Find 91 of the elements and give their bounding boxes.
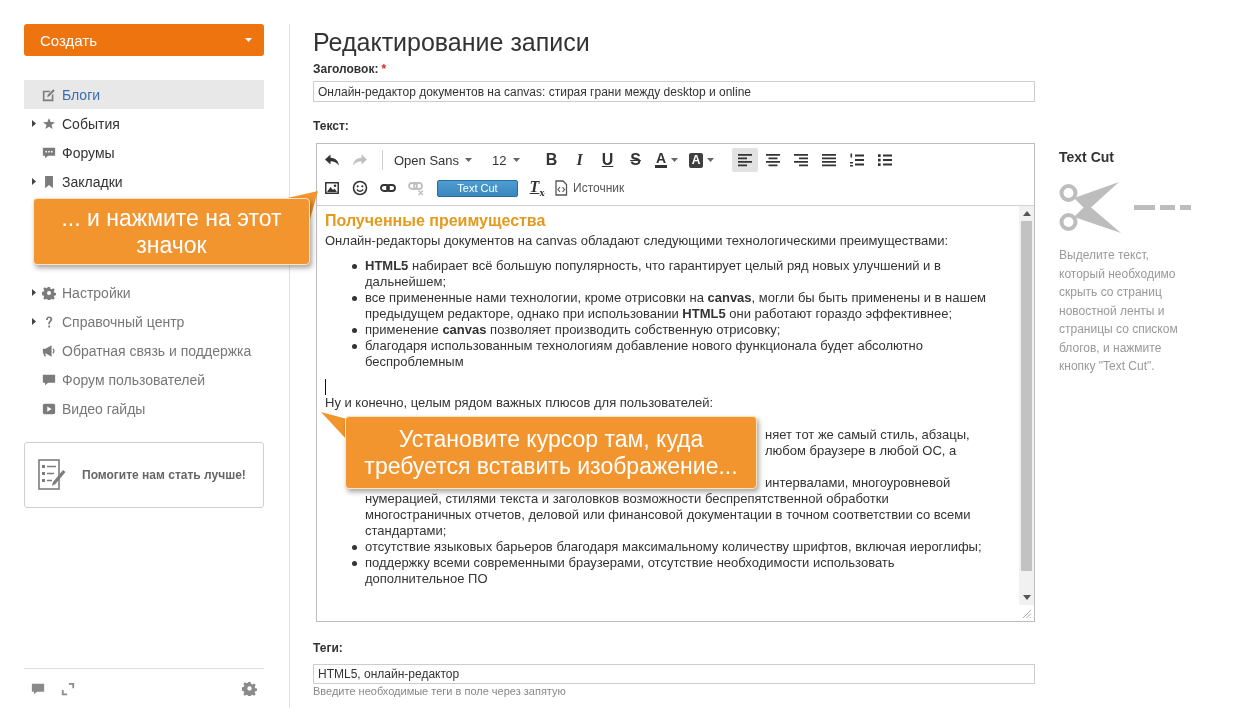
list-item: поддержку всеми современными браузерами, отсутствие необходимости использовать дополнительное ПО [365, 555, 896, 587]
content-heading: Полученные преимущества [325, 211, 547, 231]
list-item: благодаря использованным технологиям добавление нового функционала будет абсолютно беспроблемным [365, 338, 924, 370]
undo-icon [324, 152, 340, 168]
sidebar-item[interactable]: Настройки [24, 278, 264, 307]
chat-icon [42, 372, 56, 387]
caret-right-icon [32, 178, 36, 185]
list-item: нумерацией, стилями текста и заголовков возможности беспрепятственной обработки многостраничных отчетов, деловой или финансовой документации в точном соответствии со всеми стандартами; [364, 491, 972, 539]
text-cursor [325, 379, 326, 395]
chat-icon [42, 145, 56, 160]
help-text: Введите необходимые теги в поле через запятую [313, 684, 567, 698]
sidebar-item[interactable]: События [24, 109, 264, 138]
callout: Установите курсор там, куда требуется вставить изображение... [321, 412, 757, 489]
sidebar-item[interactable]: Форумы [24, 138, 264, 167]
page-title: Редактирование записи [313, 27, 591, 58]
highlight-color-button[interactable]: A [685, 148, 718, 172]
justify-icon [820, 152, 837, 168]
font-size-dropdown[interactable]: 12 [488, 148, 524, 172]
bookmark-icon [42, 174, 56, 189]
align-left-button[interactable] [731, 148, 758, 172]
caret-down-icon [671, 158, 679, 162]
text-fragment: интервалами, многоуровневой [765, 475, 951, 491]
chat-icon[interactable] [31, 681, 45, 696]
align-right-icon [792, 152, 809, 168]
align-center-icon [764, 152, 781, 168]
settings-icon [42, 285, 56, 300]
strikethrough-button[interactable]: S [623, 148, 648, 172]
play-icon [42, 401, 56, 416]
list-icon [848, 152, 865, 168]
required-mark: * [381, 61, 387, 77]
source-button[interactable]: Источник [553, 176, 625, 200]
caret-up-icon [1022, 211, 1031, 216]
text-fragment: любом браузере в любой ОС, а [765, 443, 957, 459]
sidebar-item[interactable]: Блоги [24, 80, 264, 109]
callout: ... и нажмите на этот значок [33, 191, 318, 265]
redo-icon [352, 152, 368, 168]
bullet-icon [352, 561, 357, 566]
bullet-icon [352, 264, 357, 269]
caret-down-icon [465, 158, 473, 162]
align-left-icon [736, 152, 753, 168]
smiley-icon [352, 180, 368, 196]
caret-down-icon [1022, 595, 1031, 600]
title-field[interactable]: Онлайн-редактор документов на canvas: стирая грани между desktop и online [313, 81, 1035, 102]
underline-button[interactable]: U [595, 148, 620, 172]
list-item: HTML5 набирает всё большую популярность, что гарантирует целый ряд новых улучшений и в дальнейшем; [365, 258, 942, 290]
checklist-icon [38, 459, 66, 491]
bulleted-list-icon [876, 152, 893, 168]
italic-button[interactable]: I [567, 148, 592, 172]
resize-handle-icon[interactable] [1022, 609, 1032, 619]
bold-button[interactable]: B [539, 148, 564, 172]
scrollbar-thumb[interactable] [1021, 221, 1032, 571]
caret-down-icon [245, 38, 252, 42]
text-color-button[interactable]: A [651, 148, 682, 172]
sidebar-item[interactable]: Видео гайды [24, 394, 264, 423]
feedback-button[interactable]: Помогите нам стать лучше! [24, 442, 264, 508]
caret-right-icon [32, 289, 36, 296]
settings-icon[interactable] [242, 681, 257, 696]
bullet-icon [352, 545, 357, 550]
document-code-icon [553, 180, 569, 196]
star-icon [42, 116, 56, 131]
panel-description: Выделите текст, который необходимо скрыть со страниц новостной ленты и страницы со списком блогов, и нажмите кнопку "Text Cut". [1059, 247, 1179, 375]
image-icon [324, 180, 340, 196]
field-label: Текст: [313, 118, 349, 134]
unlink-icon [408, 180, 424, 196]
paragraph: Ну и конечно, целым рядом важных плюсов для пользователей: [325, 395, 715, 411]
field-label: Заголовок: [313, 61, 379, 77]
caret-down-icon [512, 158, 520, 162]
caret-right-icon [32, 120, 36, 127]
megaphone-icon [42, 343, 56, 358]
edit-icon [42, 87, 56, 102]
caret-down-icon [707, 158, 715, 162]
sidebar-item[interactable]: Форум пользователей [24, 365, 264, 394]
font-family-dropdown[interactable]: Open Sans [390, 148, 477, 172]
clear-formatting-button[interactable]: T$_{x}$ [525, 176, 549, 200]
panel-title: Text Cut [1059, 149, 1115, 165]
field-label: Теги: [313, 640, 343, 656]
scissors-dashed-line-icon [1059, 182, 1191, 233]
sidebar-item[interactable]: Справочный центр [24, 307, 264, 336]
caret-right-icon [32, 318, 36, 325]
list-item: применение canvas позволяет производить собственную отрисовку; [365, 322, 781, 338]
tags-field[interactable]: HTML5, онлайн-редактор [313, 664, 1035, 684]
text-fragment: няет тот же самый стиль, абзацы, [765, 427, 970, 443]
scrollbar[interactable] [1019, 206, 1034, 605]
list-item: все примененные нами технологии, кроме отрисовки на canvas, могли бы быть применены и в нашем предыдущем редакторе, однако при использовании HTML5 они работают гораздо эффективнее; [365, 290, 988, 322]
paragraph: Онлайн-редакторы документов на canvas обладают следующими технологическими преимуществами: [325, 233, 950, 249]
list-item: отсутствие языковых барьеров благодаря максимальному количеству шрифтов, включая иероглифы; [365, 539, 982, 555]
expand-icon[interactable] [61, 681, 75, 696]
bullet-icon [352, 296, 357, 301]
bullet-icon [352, 344, 357, 349]
sidebar-item[interactable]: Обратная связь и поддержка [24, 336, 264, 365]
bullet-icon [352, 328, 357, 333]
